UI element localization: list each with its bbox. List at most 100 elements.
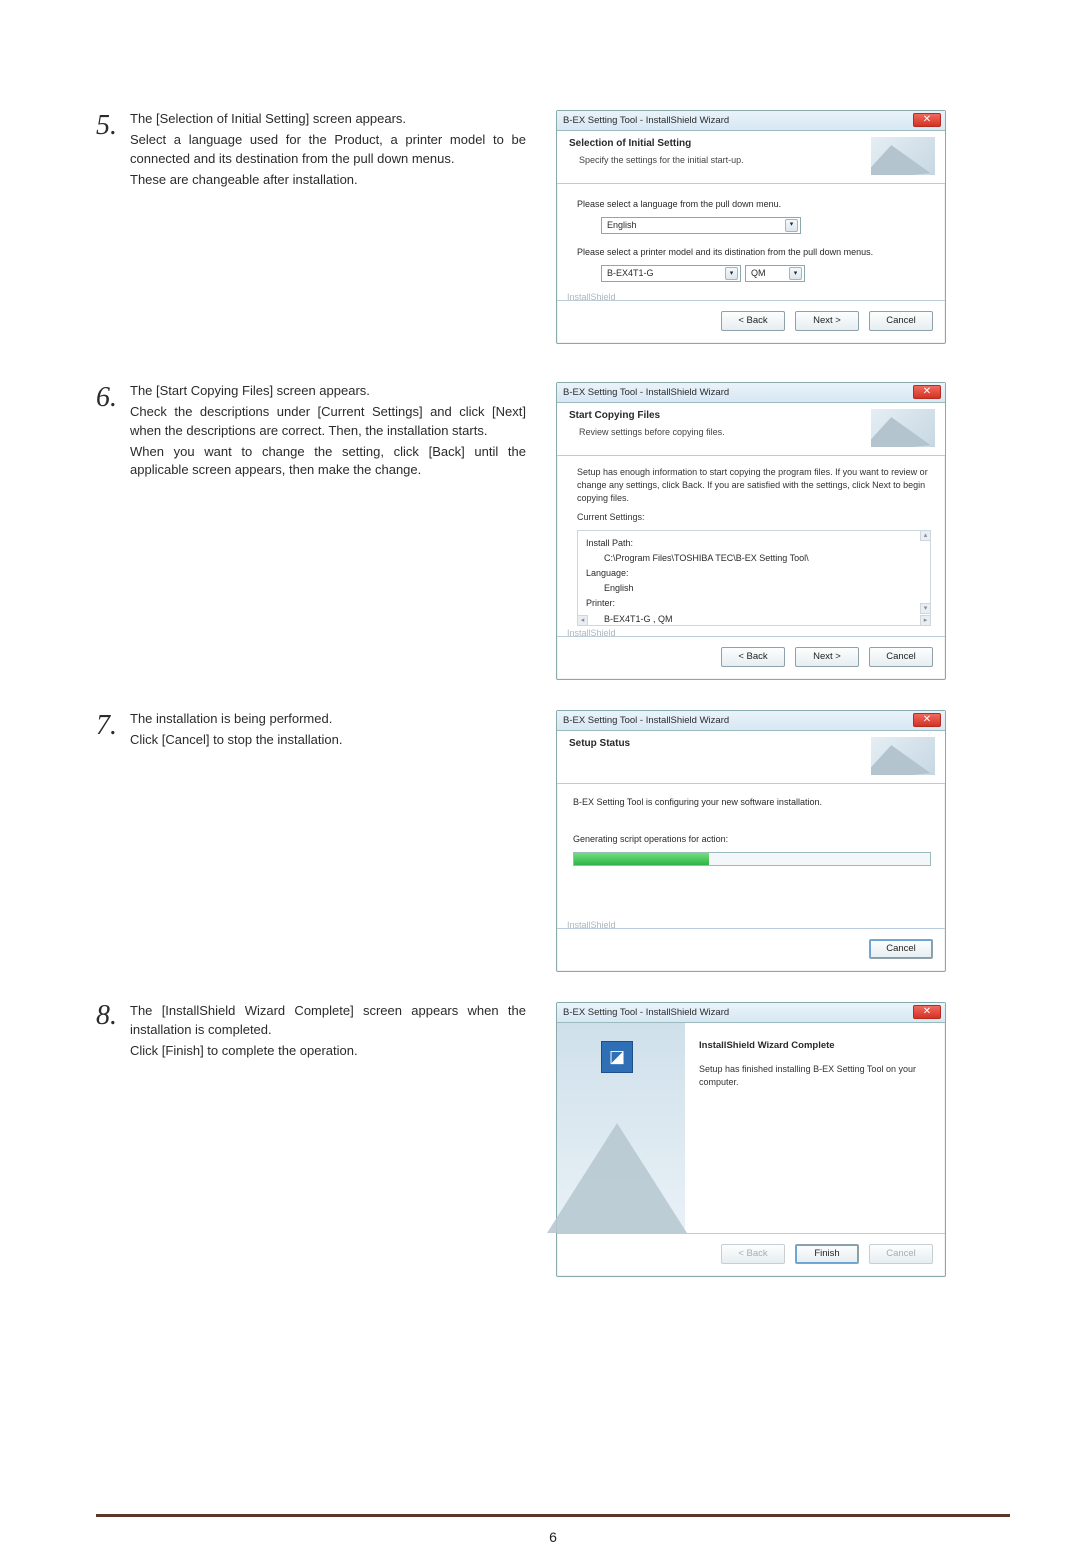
wizard-header-subtitle: Review settings before copying files. <box>569 426 871 439</box>
wizard-step8: B-EX Setting Tool - InstallShield Wizard… <box>556 1002 946 1277</box>
chevron-down-icon: ▾ <box>785 219 798 232</box>
wizard-header-text: Setup Status <box>569 737 871 775</box>
wizard-header: Setup Status <box>557 731 945 784</box>
step-5-screenshot: B-EX Setting Tool - InstallShield Wizard… <box>556 110 1010 344</box>
wizard-banner-art <box>871 137 935 175</box>
wizard-complete-heading: InstallShield Wizard Complete <box>699 1039 931 1053</box>
finish-button-label: Finish <box>814 1247 839 1261</box>
step-7-row: 7. The installation is being performed. … <box>96 710 1010 972</box>
progress-fill <box>574 853 709 865</box>
step-6-line3: When you want to change the setting, cli… <box>130 443 526 481</box>
step-7-text: 7. The installation is being performed. … <box>96 710 526 972</box>
installshield-brand: InstallShield <box>567 291 616 304</box>
install-path-key: Install Path: <box>586 537 922 550</box>
wizard-header-subtitle: Specify the settings for the initial sta… <box>569 154 871 167</box>
wizard-complete-art: ◪ <box>557 1023 685 1233</box>
step-7-line1: The installation is being performed. <box>130 710 526 729</box>
page-footer: 6 <box>96 1514 1010 1547</box>
wizard-header-title: Start Copying Files <box>569 409 871 424</box>
language-dropdown-value: English <box>607 219 637 232</box>
next-button-label: Next > <box>813 314 841 328</box>
cancel-button[interactable]: Cancel <box>869 311 933 331</box>
printer-key: Printer: <box>586 597 922 610</box>
close-icon[interactable]: ✕ <box>913 113 941 127</box>
wizard-header-title: Selection of Initial Setting <box>569 137 871 152</box>
printer-value: B-EX4T1-G , QM <box>586 613 922 626</box>
wizard-banner-art <box>871 409 935 447</box>
printer-model-dropdown[interactable]: B-EX4T1-G ▾ <box>601 265 741 282</box>
current-settings-label: Current Settings: <box>577 511 931 524</box>
install-path-value: C:\Program Files\TOSHIBA TEC\B-EX Settin… <box>586 552 922 565</box>
wizard-titlebar: B-EX Setting Tool - InstallShield Wizard… <box>557 1003 945 1023</box>
printer-model-value: B-EX4T1-G <box>607 267 654 280</box>
step-7-line2: Click [Cancel] to stop the installation. <box>130 731 526 750</box>
printer-dest-value: QM <box>751 267 766 280</box>
installshield-brand: InstallShield <box>567 919 616 932</box>
cancel-button-label: Cancel <box>886 650 916 664</box>
wizard-body: Please select a language from the pull d… <box>557 184 945 300</box>
step-7-screenshot: B-EX Setting Tool - InstallShield Wizard… <box>556 710 1010 972</box>
cancel-button[interactable]: Cancel <box>869 647 933 667</box>
scroll-left-icon[interactable]: ◂ <box>577 615 588 626</box>
wizard-footer: < Back Finish Cancel <box>557 1233 945 1276</box>
wizard-title-text: B-EX Setting Tool - InstallShield Wizard <box>563 386 729 400</box>
step-number-8: 8. <box>96 1002 130 1277</box>
page-number: 6 <box>549 1529 557 1545</box>
close-icon[interactable]: ✕ <box>913 385 941 399</box>
step-5-row: 5. The [Selection of Initial Setting] sc… <box>96 110 1010 344</box>
printer-dest-dropdown[interactable]: QM ▾ <box>745 265 805 282</box>
back-button[interactable]: < Back <box>721 311 785 331</box>
cancel-button-label: Cancel <box>886 314 916 328</box>
step-5-paragraph: The [Selection of Initial Setting] scree… <box>130 110 526 344</box>
cancel-button[interactable]: Cancel <box>869 939 933 959</box>
setup-status-text: B-EX Setting Tool is configuring your ne… <box>573 796 931 809</box>
step-8-screenshot: B-EX Setting Tool - InstallShield Wizard… <box>556 1002 1010 1277</box>
chevron-down-icon: ▾ <box>789 267 802 280</box>
language-value: English <box>586 582 922 595</box>
close-icon[interactable]: ✕ <box>913 1005 941 1019</box>
finish-button[interactable]: Finish <box>795 1244 859 1264</box>
installshield-brand: InstallShield <box>567 627 616 640</box>
step-8-text: 8. The [InstallShield Wizard Complete] s… <box>96 1002 526 1277</box>
back-button-label: < Back <box>738 1247 767 1261</box>
wizard-step7: B-EX Setting Tool - InstallShield Wizard… <box>556 710 946 972</box>
scroll-down-icon[interactable]: ▾ <box>920 603 931 614</box>
wizard-title-text: B-EX Setting Tool - InstallShield Wizard <box>563 1006 729 1020</box>
language-label: Please select a language from the pull d… <box>577 198 931 211</box>
progress-bar <box>573 852 931 866</box>
scroll-right-icon[interactable]: ▸ <box>920 615 931 626</box>
wizard-header: Start Copying Files Review settings befo… <box>557 403 945 456</box>
wizard-header-text: Start Copying Files Review settings befo… <box>569 409 871 447</box>
next-button[interactable]: Next > <box>795 647 859 667</box>
copy-desc: Setup has enough information to start co… <box>577 466 931 505</box>
wizard-complete-text: InstallShield Wizard Complete Setup has … <box>685 1023 945 1233</box>
step-6-text: 6. The [Start Copying Files] screen appe… <box>96 382 526 680</box>
step-6-line1: The [Start Copying Files] screen appears… <box>130 382 526 401</box>
step-5-line1: The [Selection of Initial Setting] scree… <box>130 110 526 129</box>
wizard-header-title: Setup Status <box>569 737 871 752</box>
printer-label: Please select a printer model and its di… <box>577 246 931 259</box>
step-number-7: 7. <box>96 710 130 972</box>
wizard-titlebar: B-EX Setting Tool - InstallShield Wizard… <box>557 711 945 731</box>
wizard-title-text: B-EX Setting Tool - InstallShield Wizard <box>563 714 729 728</box>
step-number-5: 5. <box>96 110 130 344</box>
back-button[interactable]: < Back <box>721 647 785 667</box>
wizard-banner-art <box>871 737 935 775</box>
wizard-footer: InstallShield Cancel <box>557 928 945 971</box>
wizard-step5: B-EX Setting Tool - InstallShield Wizard… <box>556 110 946 344</box>
step-7-paragraph: The installation is being performed. Cli… <box>130 710 526 972</box>
step-6-paragraph: The [Start Copying Files] screen appears… <box>130 382 526 680</box>
wizard-header-text: Selection of Initial Setting Specify the… <box>569 137 871 175</box>
wizard-body: Setup has enough information to start co… <box>557 456 945 636</box>
wizard-title-text: B-EX Setting Tool - InstallShield Wizard <box>563 114 729 128</box>
next-button[interactable]: Next > <box>795 311 859 331</box>
step-8-line1: The [InstallShield Wizard Complete] scre… <box>130 1002 526 1040</box>
wizard-titlebar: B-EX Setting Tool - InstallShield Wizard… <box>557 383 945 403</box>
cancel-button-label: Cancel <box>886 942 916 956</box>
step-5-line3: These are changeable after installation. <box>130 171 526 190</box>
close-icon[interactable]: ✕ <box>913 713 941 727</box>
language-dropdown[interactable]: English ▾ <box>601 217 801 234</box>
step-number-6: 6. <box>96 382 130 680</box>
scroll-up-icon[interactable]: ▴ <box>920 530 931 541</box>
wizard-complete-body: Setup has finished installing B-EX Setti… <box>699 1063 931 1089</box>
